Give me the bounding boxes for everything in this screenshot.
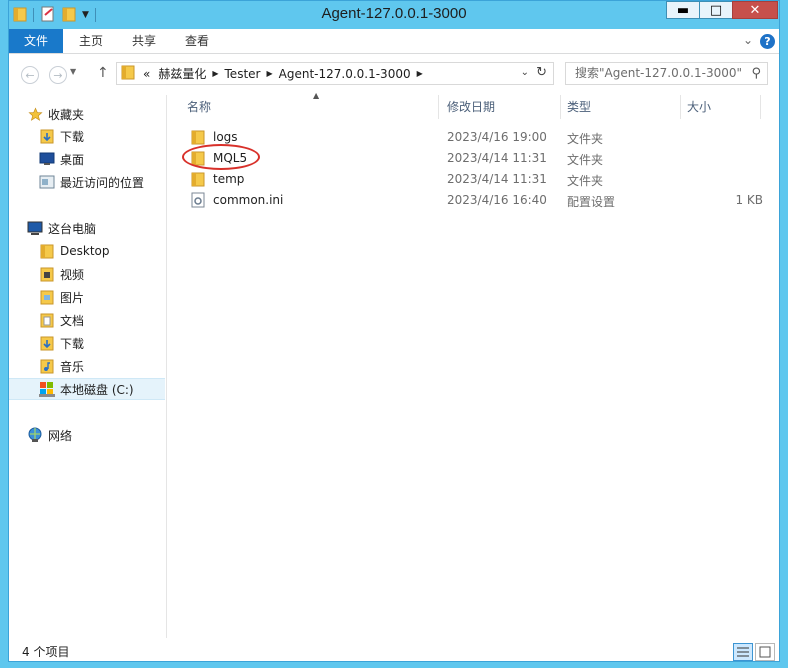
annotation-circle [182, 144, 260, 170]
window-title: Agent-127.0.0.1-3000 [321, 5, 467, 22]
star-icon [27, 106, 43, 122]
search-icon[interactable]: ⚲ [751, 63, 761, 84]
file-type: 文件夹 [567, 153, 604, 167]
network-icon [27, 427, 43, 443]
nav-label: 收藏夹 [48, 107, 85, 122]
explorer-window: ▼ Agent-127.0.0.1-3000 ▬ □ ✕ 文件 主页 共享 查看… [8, 0, 780, 662]
nav-label: 最近访问的位置 [60, 175, 145, 190]
file-date: 2023/4/16 19:00 [447, 130, 547, 144]
tab-view[interactable]: 查看 [173, 29, 221, 53]
item-count: 4 个项目 [22, 645, 70, 659]
recent-places-icon [39, 174, 55, 190]
file-row[interactable]: logs 2023/4/16 19:00 文件夹 [183, 126, 771, 147]
recent-locations-icon[interactable]: ▼ [70, 67, 76, 76]
file-row[interactable]: common.ini 2023/4/16 16:40 配置设置 1 KB [183, 189, 771, 210]
expand-ribbon-icon[interactable]: ⌄ [743, 33, 753, 47]
nav-label: 音乐 [60, 359, 85, 374]
folder-icon [121, 64, 135, 83]
file-date: 2023/4/16 16:40 [447, 193, 547, 207]
back-button[interactable]: ← [21, 66, 39, 84]
config-file-icon [191, 192, 207, 208]
address-bar[interactable]: « 赫兹量化 ▶ Tester ▶ Agent-127.0.0.1-3000 ▶… [116, 62, 554, 85]
nav-network[interactable]: 网络 [9, 424, 183, 446]
nav-label: 下载 [60, 129, 85, 144]
drive-icon [39, 381, 55, 397]
file-type: 文件夹 [567, 132, 604, 146]
pictures-folder-icon [39, 289, 55, 305]
details-view-icon [737, 647, 749, 657]
refresh-icon[interactable]: ↻ [536, 65, 547, 80]
search-input[interactable]: 搜索"Agent-127.0.0.1-3000" ⚲ [565, 62, 768, 85]
computer-icon [27, 220, 43, 236]
nav-label: 文档 [60, 313, 85, 328]
up-button[interactable]: ↑ [97, 65, 109, 81]
navigation-pane: 收藏夹 下载 桌面 最近访问的位置 这台电脑 Desktop 视频 图片 文档 … [9, 95, 167, 638]
file-name: temp [213, 171, 245, 186]
nav-favorites[interactable]: 收藏夹 [9, 103, 183, 125]
nav-label: 网络 [48, 428, 73, 443]
window-controls: ▬ □ ✕ [666, 1, 778, 19]
nav-label: Desktop [60, 244, 110, 258]
breadcrumb-item[interactable]: Tester [221, 67, 265, 81]
column-header-date[interactable]: 修改日期 [441, 95, 561, 119]
breadcrumb-arrow-icon[interactable]: ▶ [415, 69, 425, 78]
ribbon-tabs: 文件 主页 共享 查看 ⌄ ? [9, 29, 779, 54]
nav-label: 这台电脑 [48, 221, 97, 236]
file-list: ▲ 名称 修改日期 类型 大小 logs 2023/4/16 19:00 文件夹… [167, 91, 779, 638]
folder-icon [39, 243, 55, 259]
tab-file[interactable]: 文件 [9, 29, 63, 53]
file-date: 2023/4/14 11:31 [447, 151, 547, 165]
forward-button[interactable]: → [49, 66, 67, 84]
nav-label: 视频 [60, 267, 85, 282]
address-dropdown-icon[interactable]: ⌄ [521, 67, 529, 78]
details-view-button[interactable] [733, 643, 753, 661]
file-name: logs [213, 129, 238, 144]
breadcrumb-overflow[interactable]: « [135, 67, 154, 81]
maximize-button[interactable]: □ [699, 1, 733, 19]
breadcrumb-item[interactable]: Agent-127.0.0.1-3000 [275, 67, 415, 81]
breadcrumb-item[interactable]: 赫兹量化 [154, 65, 210, 82]
tab-share[interactable]: 共享 [121, 29, 167, 53]
nav-label: 本地磁盘 (C:) [60, 382, 134, 397]
nav-item-local-disk[interactable]: 本地磁盘 (C:) [9, 378, 165, 400]
downloads-folder-icon [39, 128, 55, 144]
desktop-icon [39, 151, 55, 167]
folder-icon [191, 129, 207, 145]
file-size: 1 KB [735, 193, 763, 207]
file-date: 2023/4/14 11:31 [447, 172, 547, 186]
nav-label: 下载 [60, 336, 85, 351]
file-name-cell: temp [191, 168, 244, 189]
downloads-folder-icon [39, 335, 55, 351]
close-button[interactable]: ✕ [732, 1, 778, 19]
folder-icon [191, 171, 207, 187]
music-folder-icon [39, 358, 55, 374]
documents-folder-icon [39, 312, 55, 328]
minimize-button[interactable]: ▬ [666, 1, 700, 19]
title-bar: ▼ Agent-127.0.0.1-3000 ▬ □ ✕ [9, 1, 779, 29]
file-name-cell: common.ini [191, 189, 283, 210]
large-icons-view-icon [759, 646, 771, 658]
tab-home[interactable]: 主页 [67, 29, 115, 53]
search-placeholder: 搜索"Agent-127.0.0.1-3000" [575, 66, 743, 80]
videos-folder-icon [39, 266, 55, 282]
help-icon[interactable]: ? [760, 34, 775, 49]
file-type: 文件夹 [567, 174, 604, 188]
navigation-bar: ← → ▼ ↑ « 赫兹量化 ▶ Tester ▶ Agent-127.0.0.… [9, 53, 779, 95]
breadcrumb-arrow-icon[interactable]: ▶ [210, 69, 220, 78]
nav-this-pc[interactable]: 这台电脑 [9, 217, 183, 239]
file-type: 配置设置 [567, 195, 616, 209]
status-bar: 4 个项目 [9, 638, 779, 662]
column-header-type[interactable]: 类型 [561, 95, 681, 119]
nav-label: 图片 [60, 290, 85, 305]
file-name: common.ini [213, 192, 284, 207]
column-header-name[interactable]: 名称 [181, 95, 439, 119]
nav-label: 桌面 [60, 152, 85, 167]
large-icons-view-button[interactable] [755, 643, 775, 661]
file-row[interactable]: temp 2023/4/14 11:31 文件夹 [183, 168, 771, 189]
column-header-size[interactable]: 大小 [681, 95, 761, 119]
file-row[interactable]: MQL5 2023/4/14 11:31 文件夹 [183, 147, 771, 168]
breadcrumb-arrow-icon[interactable]: ▶ [264, 69, 274, 78]
